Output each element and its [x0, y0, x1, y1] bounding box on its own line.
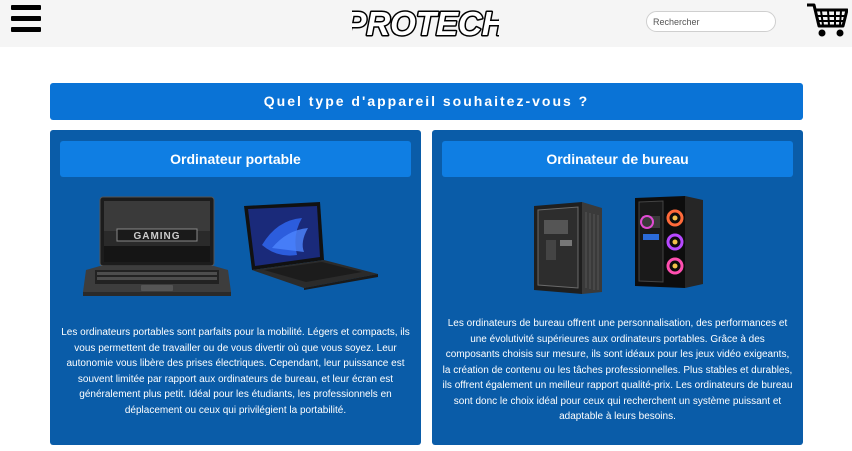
pc-tower-image: [534, 202, 602, 294]
svg-text:GAMING: GAMING: [133, 231, 180, 242]
rgb-pc-tower-image: [635, 196, 703, 288]
gaming-laptop-image: GAMING: [83, 196, 231, 296]
laptop-card-title: Ordinateur portable: [60, 141, 411, 177]
protech-logo[interactable]: PROTECH PROTECH: [352, 4, 499, 40]
desktop-card[interactable]: Ordinateur de bureau Les ordinateurs de …: [432, 130, 803, 445]
desktop-card-description: Les ordinateurs de bureau offrent une pe…: [442, 318, 793, 422]
shopping-cart-icon[interactable]: [806, 2, 848, 39]
laptop-image: [244, 202, 378, 290]
top-bar: PROTECH PROTECH: [0, 0, 852, 47]
menu-bar: [11, 27, 41, 32]
search-input[interactable]: [646, 11, 776, 32]
laptop-card-description: Les ordinateurs portables sont parfaits …: [61, 327, 410, 416]
desktop-card-title: Ordinateur de bureau: [442, 141, 793, 177]
device-question-banner: Quel type d'appareil souhaitez-vous ?: [50, 83, 803, 120]
menu-bar: [11, 5, 41, 10]
hamburger-menu-icon[interactable]: [11, 5, 41, 33]
laptop-card[interactable]: Ordinateur portable GAMING Les ordinateu…: [50, 130, 421, 445]
menu-bar: [11, 16, 41, 21]
